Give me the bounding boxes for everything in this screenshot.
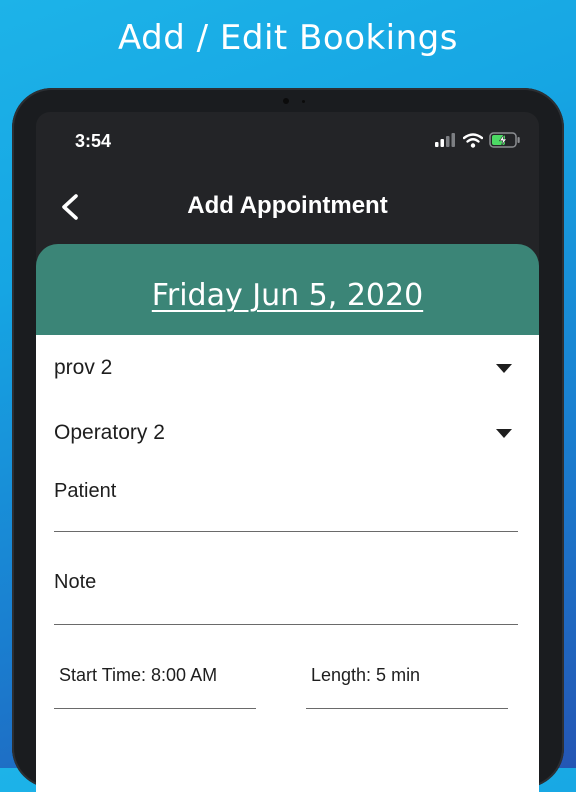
app-screen: 3:54 Add Appointment Friday Jun 5, 2020 … xyxy=(36,112,539,792)
battery-charging-icon xyxy=(489,132,520,148)
caret-down-icon xyxy=(496,429,512,438)
start-time-label: Start Time: 8:00 AM xyxy=(59,665,218,685)
status-bar: 3:54 xyxy=(36,112,539,172)
status-time: 3:54 xyxy=(75,131,112,151)
patient-underline xyxy=(54,531,518,532)
status-icons xyxy=(435,132,521,148)
cellular-signal-icon xyxy=(435,133,455,147)
navigation-bar: Add Appointment xyxy=(36,172,539,242)
appointment-form: prov 2 Operatory 2 Patient Note Start Ti… xyxy=(36,335,539,792)
length-underline xyxy=(306,708,508,709)
provider-value: prov 2 xyxy=(54,356,113,379)
patient-field[interactable]: Patient xyxy=(54,480,518,532)
camera-icon xyxy=(283,98,289,104)
promo-title: Add / Edit Bookings xyxy=(118,18,458,58)
start-time-underline xyxy=(54,708,256,709)
operatory-dropdown[interactable]: Operatory 2 xyxy=(54,415,518,455)
length-label: Length: 5 min xyxy=(311,665,421,685)
date-picker-link[interactable]: Friday Jun 5, 2020 xyxy=(36,278,539,313)
page-title: Add Appointment xyxy=(187,192,388,219)
date-header: Friday Jun 5, 2020 xyxy=(36,244,539,336)
sensor-icon xyxy=(302,100,305,103)
start-time-picker[interactable]: Start Time: 8:00 AM xyxy=(54,665,256,709)
note-field[interactable]: Note xyxy=(54,571,518,625)
length-picker[interactable]: Length: 5 min xyxy=(306,665,508,709)
tablet-device-frame: 3:54 Add Appointment Friday Jun 5, 2020 … xyxy=(12,88,564,792)
patient-label: Patient xyxy=(54,480,117,502)
provider-dropdown[interactable]: prov 2 xyxy=(54,350,518,390)
note-label: Note xyxy=(54,571,97,593)
operatory-value: Operatory 2 xyxy=(54,421,165,444)
wifi-icon xyxy=(463,132,483,148)
note-underline xyxy=(54,624,518,625)
caret-down-icon xyxy=(496,364,512,373)
